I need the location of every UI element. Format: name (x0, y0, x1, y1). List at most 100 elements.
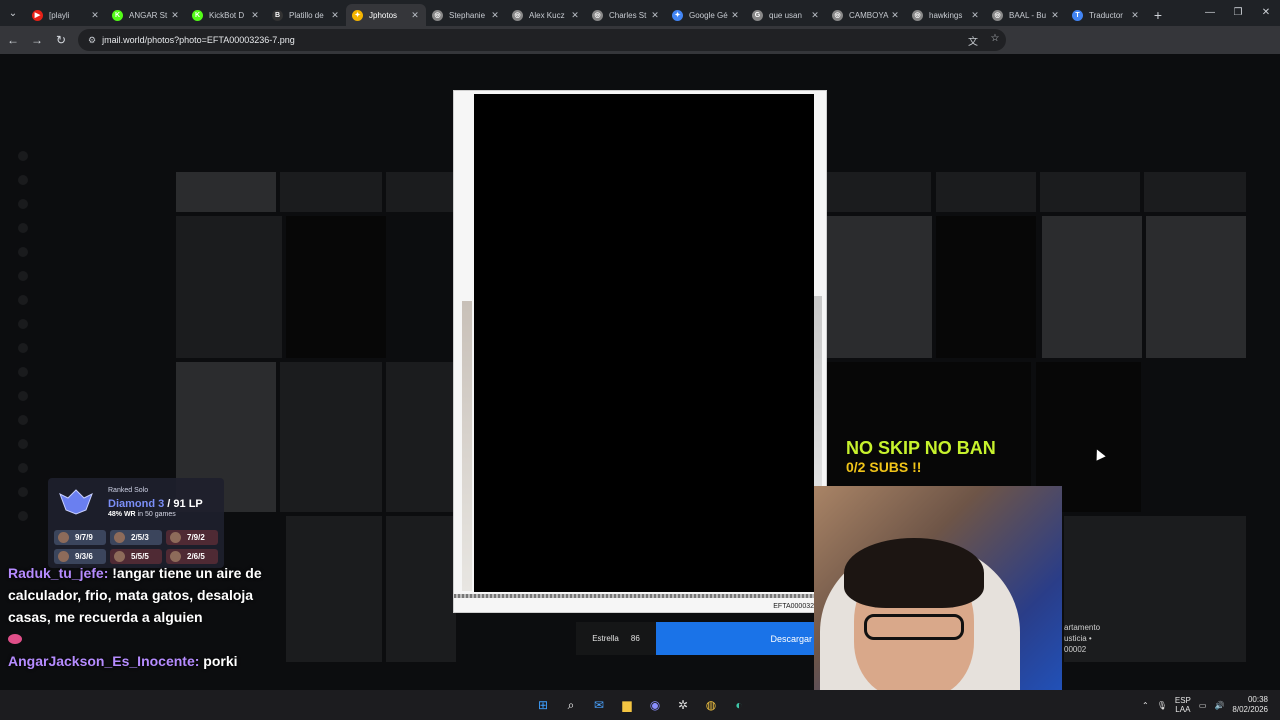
maximize-icon[interactable]: ❐ (1224, 0, 1252, 24)
browser-tab[interactable]: ✦ Google Gé ✕ (666, 4, 746, 26)
tab-close-icon[interactable]: ✕ (650, 10, 660, 21)
rank-winrate: 48% WR in 50 games (108, 511, 176, 518)
photo-edge-left (462, 301, 472, 591)
photo-image[interactable] (474, 94, 814, 592)
browser-tab[interactable]: T Traductor ✕ (1066, 4, 1146, 26)
translate-icon[interactable]: 文 (962, 33, 984, 48)
photo-thumbnail[interactable] (826, 172, 931, 212)
browser-tab[interactable]: ✦ Jphotos ✕ (346, 4, 426, 26)
kda-score: 9/7/9 (75, 533, 93, 542)
tab-favicon-icon: T (1072, 9, 1083, 21)
tab-close-icon[interactable]: ✕ (1130, 10, 1140, 21)
diamond-rank-emblem-icon (59, 489, 93, 515)
champion-icon (114, 532, 125, 543)
file-explorer-icon[interactable]: ▆ (616, 694, 638, 716)
browser-tab[interactable]: ▶ [playli ✕ (26, 4, 106, 26)
photo-thumbnail[interactable] (386, 516, 456, 662)
banner-line-1: NO SKIP NO BAN (846, 438, 996, 458)
discord-icon[interactable]: ◉ (644, 694, 666, 716)
back-button[interactable]: ← (2, 29, 24, 51)
browser-tab[interactable]: ◎ BAAL - Bu ✕ (986, 4, 1066, 26)
search-icon[interactable]: ⌕ (560, 694, 582, 716)
tab-favicon-icon: ◎ (912, 9, 923, 21)
tab-close-icon[interactable]: ✕ (490, 10, 500, 21)
champion-icon (58, 551, 69, 562)
chrome-icon[interactable]: ◍ (700, 694, 722, 716)
photo-file-id: EFTA000032 (773, 603, 814, 610)
tab-label: CAMBOYA (849, 10, 889, 20)
browser-tab[interactable]: ◎ Charles St ✕ (586, 4, 666, 26)
tab-close-icon[interactable]: ✕ (890, 10, 900, 21)
tab-close-icon[interactable]: ✕ (90, 10, 100, 21)
clock[interactable]: 00:38 8/02/2026 (1232, 695, 1268, 715)
browser-tab[interactable]: ◎ hawkings ✕ (906, 4, 986, 26)
site-info-icon[interactable]: ⚙ (88, 35, 96, 46)
dimmed-sidebar (18, 144, 158, 528)
star-count: 86 (630, 634, 640, 643)
photo-thumbnail[interactable] (176, 172, 276, 212)
tab-favicon-icon: K (192, 9, 203, 21)
photo-thumbnail[interactable] (280, 362, 382, 512)
windows-start-icon[interactable]: ⊞ (532, 694, 554, 716)
photo-thumbnail[interactable] (286, 516, 382, 662)
star-label: Estrella (592, 634, 619, 643)
mail-app-icon[interactable]: ✉ (588, 694, 610, 716)
language-indicator[interactable]: ESP LAA (1175, 696, 1191, 714)
photo-thumbnail[interactable] (176, 216, 282, 358)
photo-thumbnail[interactable] (936, 216, 1036, 358)
photo-thumbnail[interactable] (1146, 216, 1246, 358)
tab-favicon-icon: ✦ (672, 9, 683, 21)
photo-thumbnail[interactable] (936, 172, 1036, 212)
tab-label: que usan (769, 10, 802, 20)
browser-tab[interactable]: Gque usan ✕ (746, 4, 826, 26)
browser-tab[interactable]: ◎ Stephanie ✕ (426, 4, 506, 26)
url-text[interactable]: jmail.world/photos?photo=EFTA00003236-7.… (102, 35, 962, 45)
network-icon[interactable]: ▭ (1199, 701, 1207, 710)
browser-tab[interactable]: K KickBot D ✕ (186, 4, 266, 26)
chat-username: Raduk_tu_jefe: (8, 565, 109, 581)
minimize-icon[interactable]: — (1196, 0, 1224, 24)
photo-thumbnail[interactable] (1040, 172, 1140, 212)
tab-close-icon[interactable]: ✕ (810, 10, 820, 21)
photo-thumbnail[interactable] (1144, 172, 1246, 212)
app-gear-icon[interactable]: ✲ (672, 694, 694, 716)
star-button[interactable]: Estrella 86 (576, 622, 656, 655)
photo-thumbnail[interactable] (386, 172, 456, 212)
tab-close-icon[interactable]: ✕ (730, 10, 740, 21)
microphone-icon[interactable]: 🎙 (1157, 701, 1167, 710)
browser-tab[interactable]: ◎ CAMBOYA ✕ (826, 4, 906, 26)
photo-thumbnail[interactable] (280, 172, 382, 212)
photo-thumbnail[interactable] (286, 216, 386, 358)
tab-favicon-icon: K (112, 9, 123, 21)
tab-close-icon[interactable]: ✕ (250, 10, 260, 21)
tab-close-icon[interactable]: ✕ (170, 10, 180, 21)
new-tab-button[interactable]: + (1146, 4, 1170, 26)
bookmark-star-icon[interactable]: ☆ (984, 33, 1006, 48)
volume-icon[interactable]: 🔊 (1214, 701, 1224, 710)
champion-icon (170, 532, 181, 543)
photo-thumbnail[interactable] (1042, 216, 1142, 358)
tab-label: ANGAR St (129, 10, 168, 20)
photo-thumbnail[interactable] (386, 362, 456, 512)
tray-chevron-icon[interactable]: ⌃ (1142, 701, 1149, 710)
close-window-icon[interactable]: ✕ (1252, 0, 1280, 24)
tab-favicon-icon: ◎ (432, 9, 443, 21)
dimmed-sidebar-item (18, 360, 158, 384)
tab-search-button[interactable]: ⌄ (0, 0, 26, 26)
browser-tab[interactable]: K ANGAR St ✕ (106, 4, 186, 26)
tab-close-icon[interactable]: ✕ (970, 10, 980, 21)
browser-tab[interactable]: ◎ Alex Kucz ✕ (506, 4, 586, 26)
tab-close-icon[interactable]: ✕ (410, 10, 420, 21)
omnibox[interactable]: ⚙ jmail.world/photos?photo=EFTA00003236-… (78, 29, 1006, 51)
dimmed-sidebar-item (18, 312, 158, 336)
forward-button[interactable]: → (26, 29, 48, 51)
browser-tab[interactable]: B Platillo de ✕ (266, 4, 346, 26)
reload-button[interactable]: ↻ (50, 29, 72, 51)
tab-strip: ▶ [playli ✕ K ANGAR St ✕ K KickBot D ✕ B Platillo … (26, 0, 1146, 26)
photo-thumbnail[interactable] (826, 216, 932, 358)
tab-close-icon[interactable]: ✕ (1050, 10, 1060, 21)
tab-close-icon[interactable]: ✕ (570, 10, 580, 21)
download-button[interactable]: Descargar (656, 622, 814, 655)
tab-close-icon[interactable]: ✕ (330, 10, 340, 21)
edge-icon[interactable]: ◐ (728, 694, 750, 716)
